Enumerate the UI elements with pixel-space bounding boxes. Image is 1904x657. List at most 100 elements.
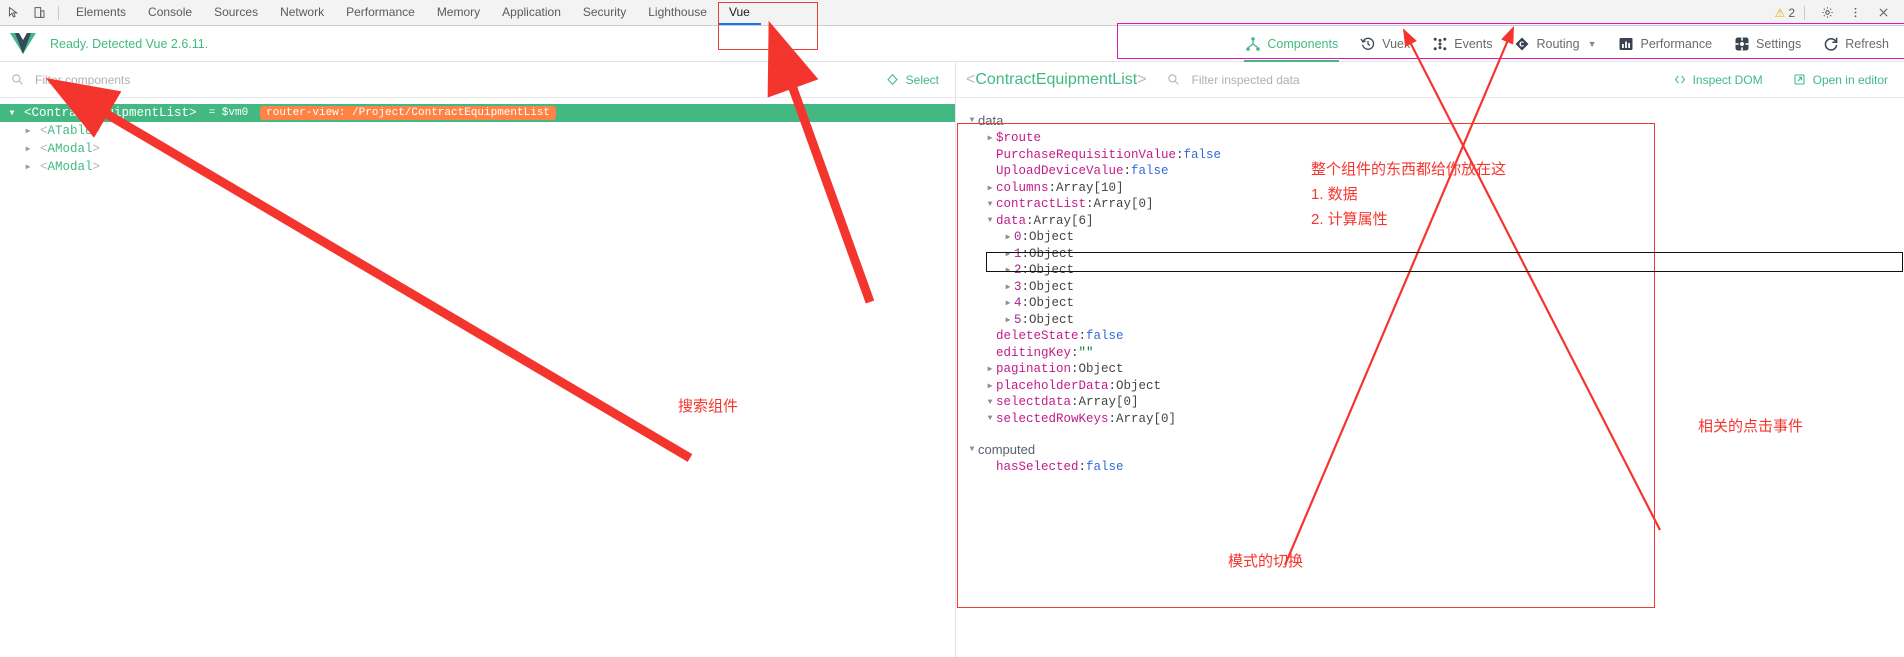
caret-right-icon[interactable]: ▶ bbox=[1002, 232, 1014, 242]
property-value: Object bbox=[1029, 246, 1075, 261]
vue-nav-components[interactable]: Components bbox=[1234, 26, 1349, 62]
key-value-separator: : bbox=[1108, 378, 1117, 393]
inspector-data-row[interactable]: ▶ 1: Object bbox=[956, 246, 1904, 263]
inspector-pane: <ContractEquipmentList> Inspect DOM bbox=[956, 62, 1904, 657]
vue-nav-performance[interactable]: Performance bbox=[1607, 26, 1723, 62]
component-tree-row[interactable]: ▶ <ATable> bbox=[0, 122, 955, 140]
caret-right-icon[interactable]: ▶ bbox=[984, 133, 996, 143]
warning-indicator[interactable]: ⚠ 2 bbox=[1775, 6, 1795, 20]
devtools-tab-performance[interactable]: Performance bbox=[335, 0, 426, 25]
inspector-data-row[interactable]: PurchaseRequisitionValue: false bbox=[956, 147, 1904, 164]
external-link-icon bbox=[1793, 73, 1807, 87]
caret-down-icon[interactable]: ▼ bbox=[966, 116, 978, 125]
settings-gear-icon[interactable] bbox=[1814, 0, 1840, 25]
caret-down-icon[interactable]: ▼ bbox=[984, 216, 996, 225]
close-icon[interactable] bbox=[1870, 0, 1896, 25]
caret-down-icon[interactable]: ▼ bbox=[966, 445, 978, 454]
inspector-data-row[interactable]: hasSelected: false bbox=[956, 459, 1904, 476]
devtools-tab-network[interactable]: Network bbox=[269, 0, 335, 25]
inspector-data-row[interactable]: deleteState: false bbox=[956, 328, 1904, 345]
caret-down-icon[interactable]: ▼ bbox=[6, 109, 18, 118]
inspector-data-row[interactable]: ▼ contractList: Array[0] bbox=[956, 196, 1904, 213]
caret-right-icon[interactable]: ▶ bbox=[1002, 315, 1014, 325]
key-value-separator: : bbox=[1071, 345, 1079, 360]
devtools-tab-console[interactable]: Console bbox=[137, 0, 203, 25]
caret-right-icon[interactable]: ▶ bbox=[22, 126, 34, 136]
caret-right-icon[interactable]: ▶ bbox=[1002, 298, 1014, 308]
select-target-icon bbox=[886, 73, 900, 87]
property-key: 1 bbox=[1014, 246, 1022, 261]
caret-right-icon[interactable]: ▶ bbox=[22, 162, 34, 172]
devtools-tab-application[interactable]: Application bbox=[491, 0, 572, 25]
component-tree-row[interactable]: ▶ <AModal> bbox=[0, 140, 955, 158]
inspector-body: ▼ data ▶ $route PurchaseRequisitionValue: fa… bbox=[956, 98, 1904, 476]
inspector-data-row[interactable]: ▼ data: Array[6] bbox=[956, 213, 1904, 230]
inspector-data-row[interactable]: ▶ 5: Object bbox=[956, 312, 1904, 329]
inspector-data-row[interactable]: ▶ columns: Array[10] bbox=[956, 180, 1904, 197]
vue-nav-events[interactable]: Events bbox=[1421, 26, 1503, 62]
devtools-tab-elements[interactable]: Elements bbox=[65, 0, 137, 25]
inspector-data-row[interactable]: ▶ 2: Object bbox=[956, 262, 1904, 279]
caret-right-icon[interactable]: ▶ bbox=[984, 183, 996, 193]
inspect-dom-button[interactable]: Inspect DOM bbox=[1667, 70, 1769, 90]
caret-down-icon[interactable]: ▼ bbox=[984, 414, 996, 423]
vue-nav-vuex[interactable]: Vuex bbox=[1349, 26, 1421, 62]
key-value-separator: : bbox=[1026, 213, 1034, 228]
caret-right-icon[interactable]: ▶ bbox=[1002, 282, 1014, 292]
inspector-filter[interactable] bbox=[1167, 71, 1400, 88]
caret-right-icon[interactable]: ▶ bbox=[984, 381, 996, 391]
inspector-group-header[interactable]: ▼ data bbox=[956, 110, 1904, 130]
property-key: $route bbox=[996, 131, 1042, 146]
inspector-data-row[interactable]: ▼ selectdata: Array[0] bbox=[956, 394, 1904, 411]
component-filter[interactable] bbox=[10, 71, 243, 88]
caret-down-icon[interactable]: ▼ bbox=[984, 398, 996, 407]
devtools-tab-memory[interactable]: Memory bbox=[426, 0, 491, 25]
open-in-editor-label: Open in editor bbox=[1812, 72, 1888, 87]
caret-right-icon[interactable]: ▶ bbox=[1002, 265, 1014, 275]
filter-inspected-data-input[interactable] bbox=[1189, 71, 1400, 88]
inspector-data-row[interactable]: ▼ selectedRowKeys: Array[0] bbox=[956, 411, 1904, 428]
property-key: 3 bbox=[1014, 279, 1022, 294]
caret-right-icon[interactable]: ▶ bbox=[1002, 249, 1014, 259]
caret-down-icon[interactable]: ▼ bbox=[984, 200, 996, 209]
key-value-separator: : bbox=[1021, 296, 1030, 311]
devtools-tab-sources[interactable]: Sources bbox=[203, 0, 269, 25]
property-key: contractList bbox=[996, 197, 1087, 212]
chevron-down-icon[interactable]: ▼ bbox=[1588, 39, 1597, 49]
key-value-separator: : bbox=[1071, 395, 1079, 410]
devtools-tab-security[interactable]: Security bbox=[572, 0, 637, 25]
inspector-data-row[interactable]: ▶ 3: Object bbox=[956, 279, 1904, 296]
inspector-group-label: computed bbox=[978, 441, 1036, 457]
open-in-editor-button[interactable]: Open in editor bbox=[1787, 70, 1894, 90]
vue-nav-settings[interactable]: Settings bbox=[1723, 26, 1812, 62]
key-value-separator: : bbox=[1176, 147, 1184, 162]
inspector-data-row[interactable]: ▶ 0: Object bbox=[956, 229, 1904, 246]
vue-nav-routing[interactable]: Routing ▼ bbox=[1503, 26, 1607, 62]
filter-components-input[interactable] bbox=[33, 71, 243, 88]
inspector-data-row[interactable]: UploadDeviceValue: false bbox=[956, 163, 1904, 180]
devtools-tab-lighthouse[interactable]: Lighthouse bbox=[637, 0, 718, 25]
device-toolbar-icon[interactable] bbox=[26, 0, 52, 25]
select-component-button[interactable]: Select bbox=[880, 70, 945, 90]
inspector-data-row[interactable]: ▶ placeholderData: Object bbox=[956, 378, 1904, 395]
devtools-tab-vue[interactable]: Vue bbox=[717, 0, 761, 25]
inspect-element-icon[interactable] bbox=[0, 0, 26, 25]
property-key: deleteState bbox=[996, 329, 1079, 344]
component-tree-row[interactable]: ▶ <AModal> bbox=[0, 158, 955, 176]
inspector-data-row[interactable]: editingKey: "" bbox=[956, 345, 1904, 362]
more-vertical-icon[interactable] bbox=[1842, 0, 1868, 25]
vuex-clock-icon bbox=[1360, 36, 1376, 52]
caret-right-icon[interactable]: ▶ bbox=[984, 364, 996, 374]
vue-nav-refresh[interactable]: Refresh bbox=[1812, 26, 1900, 62]
caret-right-icon[interactable]: ▶ bbox=[22, 144, 34, 154]
property-value: false bbox=[1183, 147, 1222, 162]
property-value: Array[0] bbox=[1116, 411, 1177, 426]
inspector-data-row[interactable]: ▶ 4: Object bbox=[956, 295, 1904, 312]
component-tree-row[interactable]: ▼ <ContractEquipmentList> = $vm0 router-vie… bbox=[0, 104, 955, 122]
inspected-component-name: <ContractEquipmentList> bbox=[966, 70, 1147, 88]
inspector-group-header[interactable]: ▼ computed bbox=[956, 439, 1904, 459]
key-value-separator: : bbox=[1021, 312, 1030, 327]
inspector-data-row[interactable]: ▶ pagination: Object bbox=[956, 361, 1904, 378]
inspector-data-row[interactable]: ▶ $route bbox=[956, 130, 1904, 147]
